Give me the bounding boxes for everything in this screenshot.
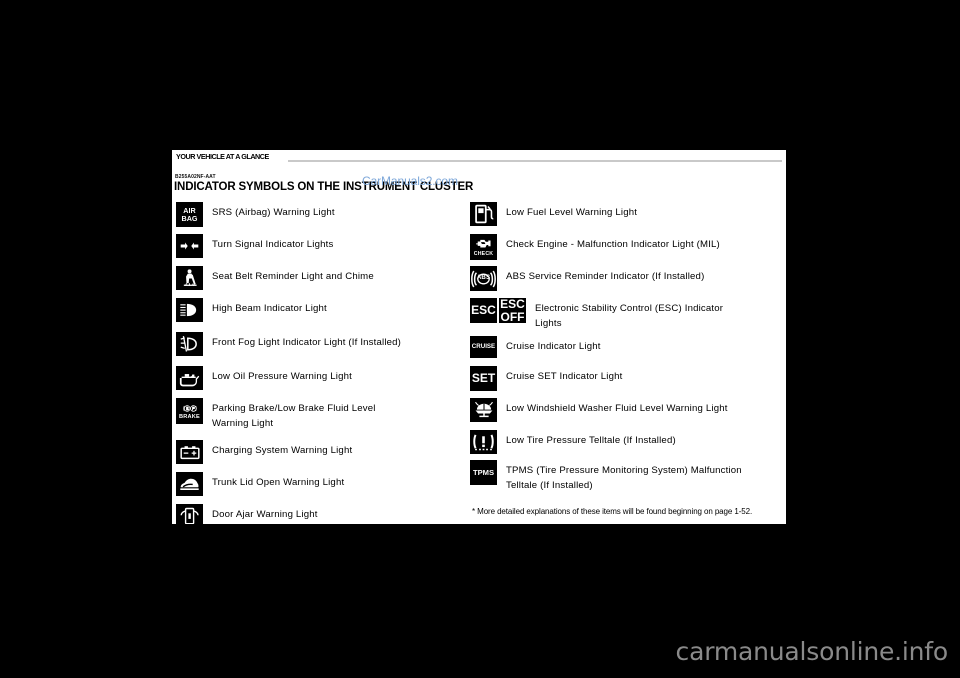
indicator-label: Low Windshield Washer Fluid Level Warnin… bbox=[506, 403, 728, 414]
site-watermark: carmanualsonline.info bbox=[675, 637, 949, 666]
footnote: * More detailed explanations of these it… bbox=[472, 507, 753, 516]
indicator-label: Seat Belt Reminder Light and Chime bbox=[212, 271, 374, 282]
indicator-label: Low Tire Pressure Telltale (If Installed… bbox=[506, 435, 676, 446]
indicator-row: Low Windshield Washer Fluid Level Warnin… bbox=[470, 398, 728, 422]
document-code: B255A02NF-AAT bbox=[175, 174, 216, 180]
indicator-row: Low Tire Pressure Telltale (If Installed… bbox=[470, 430, 676, 454]
esc-icon-pair: ESC ESC OFF bbox=[470, 298, 526, 323]
front-fog-light-icon bbox=[176, 332, 203, 356]
manual-page: YOUR VEHICLE AT A GLANCE B255A02NF-AAT I… bbox=[172, 150, 786, 524]
indicator-label: Parking Brake/Low Brake Fluid Level Warn… bbox=[212, 403, 376, 429]
tire-pressure-icon bbox=[470, 430, 497, 454]
parking-brake-icon: BRAKE bbox=[176, 398, 203, 424]
indicator-row: Front Fog Light Indicator Light (If Inst… bbox=[176, 332, 401, 356]
indicator-label: Low Oil Pressure Warning Light bbox=[212, 371, 352, 382]
running-head: YOUR VEHICLE AT A GLANCE bbox=[176, 152, 782, 164]
indicator-label: SRS (Airbag) Warning Light bbox=[212, 207, 335, 218]
indicator-label: High Beam Indicator Light bbox=[212, 303, 327, 314]
indicator-row: High Beam Indicator Light bbox=[176, 298, 327, 322]
indicator-label: Trunk Lid Open Warning Light bbox=[212, 477, 345, 488]
check-engine-label: CHECK bbox=[473, 251, 494, 258]
oil-can-icon bbox=[176, 366, 203, 390]
indicator-row: Door Ajar Warning Light bbox=[176, 504, 318, 524]
esc-icon-text: ESC bbox=[471, 303, 496, 318]
indicator-row: Charging System Warning Light bbox=[176, 440, 352, 464]
esc-icon: ESC bbox=[470, 298, 497, 323]
abs-icon: ABS bbox=[470, 266, 497, 291]
running-head-text: YOUR VEHICLE AT A GLANCE bbox=[176, 152, 269, 161]
indicator-row: BRAKE Parking Brake/Low Brake Fluid Level… bbox=[176, 398, 376, 431]
abs-label: ABS bbox=[476, 274, 491, 282]
esc-off-icon: ESC OFF bbox=[499, 298, 526, 323]
indicator-label: TPMS (Tire Pressure Monitoring System) M… bbox=[506, 465, 742, 491]
cruise-icon: CRUISE bbox=[470, 336, 497, 358]
indicator-label: Cruise SET Indicator Light bbox=[506, 371, 623, 382]
indicator-label: Check Engine - Malfunction Indicator Lig… bbox=[506, 239, 720, 250]
cruise-set-icon: SET bbox=[470, 366, 497, 391]
esc-icon-text: ESC OFF bbox=[500, 298, 525, 323]
seat-belt-icon bbox=[176, 266, 203, 290]
high-beam-icon bbox=[176, 298, 203, 322]
indicator-row: Seat Belt Reminder Light and Chime bbox=[176, 266, 374, 290]
carmanuals-watermark: CarManuals2.com bbox=[362, 174, 458, 188]
turn-signal-arrows-icon bbox=[176, 234, 203, 258]
cruise-icon-text: CRUISE bbox=[471, 342, 496, 350]
door-ajar-icon bbox=[176, 504, 203, 524]
indicator-label: Front Fog Light Indicator Light (If Inst… bbox=[212, 337, 402, 348]
fuel-pump-icon bbox=[470, 202, 497, 226]
parking-brake-label: BRAKE bbox=[179, 413, 200, 420]
indicator-label: ABS Service Reminder Indicator (If Insta… bbox=[506, 271, 705, 282]
indicator-label: Low Fuel Level Warning Light bbox=[506, 207, 638, 218]
indicator-label: Turn Signal Indicator Lights bbox=[212, 239, 334, 250]
indicator-row: TPMS TPMS (Tire Pressure Monitoring Syste… bbox=[470, 460, 742, 493]
indicator-label: Door Ajar Warning Light bbox=[212, 509, 318, 520]
trunk-open-icon bbox=[176, 472, 203, 496]
indicator-row: ABS ABS Service Reminder Indicator (If In… bbox=[470, 266, 704, 291]
tpms-icon: TPMS bbox=[470, 460, 497, 485]
check-engine-icon: CHECK bbox=[470, 234, 497, 260]
airbag-srs-icon: AIR BAG bbox=[176, 202, 203, 227]
cruise-set-icon-text: SET bbox=[471, 371, 496, 386]
indicator-label: Charging System Warning Light bbox=[212, 445, 353, 456]
washer-fluid-icon bbox=[470, 398, 497, 422]
indicator-row: CHECK Check Engine - Malfunction Indicato… bbox=[470, 234, 720, 260]
airbag-srs-icon-text: AIR BAG bbox=[181, 206, 198, 223]
indicator-row: ESC ESC OFF Electronic Stability Control (… bbox=[470, 298, 723, 331]
indicator-row: Low Fuel Level Warning Light bbox=[470, 202, 637, 226]
running-head-rule bbox=[288, 160, 782, 162]
indicator-row: CRUISE Cruise Indicator Light bbox=[470, 336, 601, 358]
battery-icon bbox=[176, 440, 203, 464]
tpms-icon-text: TPMS bbox=[472, 467, 495, 477]
indicator-row: SET Cruise SET Indicator Light bbox=[470, 366, 622, 391]
indicator-label: Cruise Indicator Light bbox=[506, 341, 601, 352]
indicator-label: Electronic Stability Control (ESC) Indic… bbox=[535, 303, 724, 329]
indicator-row: AIR BAG SRS (Airbag) Warning Light bbox=[176, 202, 335, 227]
indicator-row: Trunk Lid Open Warning Light bbox=[176, 472, 344, 496]
indicator-row: Turn Signal Indicator Lights bbox=[176, 234, 333, 258]
indicator-row: Low Oil Pressure Warning Light bbox=[176, 366, 352, 390]
